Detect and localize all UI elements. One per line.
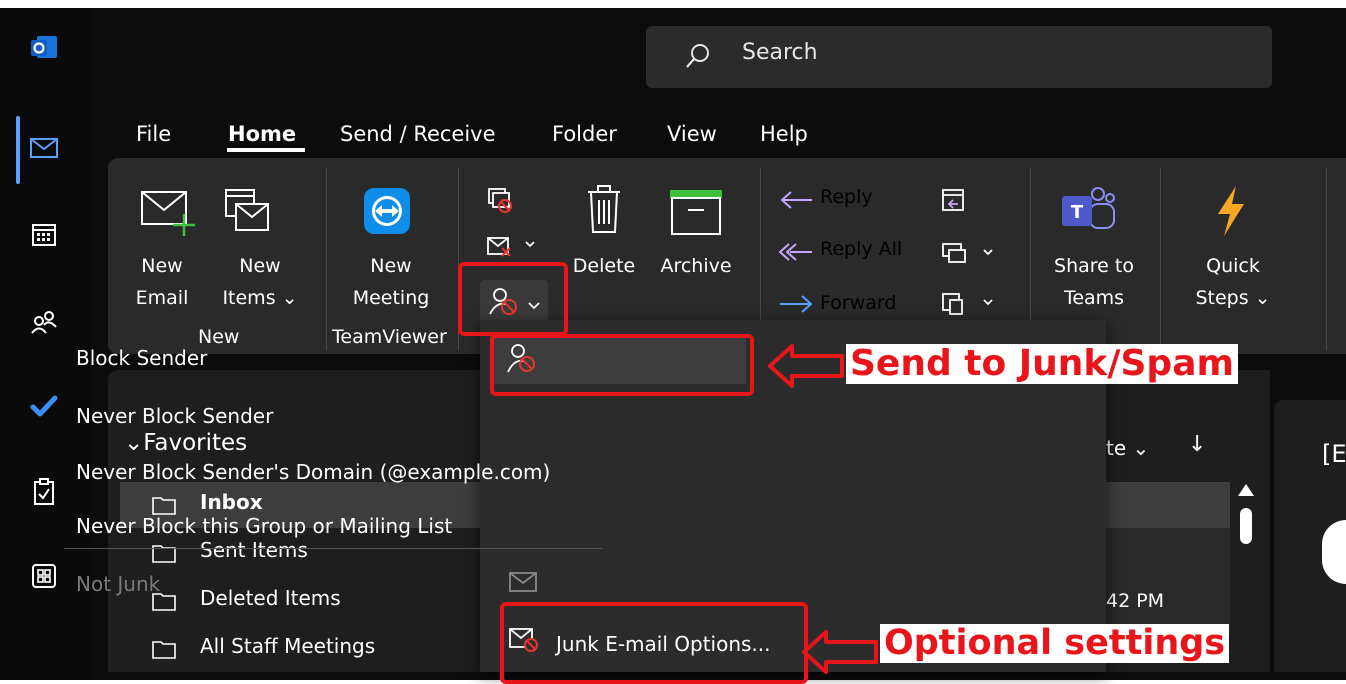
folder-icon [152,543,176,567]
clipboard-icon[interactable] [24,472,64,512]
annotation-optional-settings: Optional settings [880,624,1230,663]
teamviewer-icon [362,186,412,240]
folder-icon [152,639,176,663]
new-items-label-1: New [239,255,281,277]
tab-home[interactable]: Home [228,122,296,146]
folder-label: Sent Items [200,538,308,562]
delete-button[interactable]: Delete [568,250,640,282]
new-items-button[interactable]: New Items ⌄ [220,250,300,314]
rail-active-indicator [16,116,20,184]
never-block-sender-item[interactable]: Never Block Sender [76,404,273,428]
ribbon-separator [1326,168,1327,350]
tab-folder[interactable]: Folder [552,122,617,146]
annotation-send-to-junk: Send to Junk/Spam [846,344,1238,384]
outlook-logo-icon [24,28,64,68]
not-junk-item[interactable]: Not Junk [76,572,160,596]
new-items-label-2: Items ⌄ [222,287,298,309]
lightning-icon [1214,184,1248,242]
search-placeholder: Search [742,40,818,65]
tab-view[interactable]: View [667,122,717,146]
new-meeting-label-1: New [370,255,412,277]
new-meeting-button[interactable]: New Meeting [346,250,436,314]
todo-check-icon[interactable] [24,386,64,426]
folder-item-all-staff[interactable]: All Staff Meetings [120,626,480,672]
archive-icon [668,188,724,240]
ribbon-separator [1160,168,1161,350]
folder-label: All Staff Meetings [200,634,376,658]
folder-label: Inbox [200,490,263,514]
mail-icon[interactable] [24,128,64,168]
new-email-label-1: New [141,255,183,277]
reply-all-label: Reply All [820,238,903,260]
scrollbar[interactable] [1232,476,1260,672]
new-email-button[interactable]: New Email [130,250,194,314]
never-block-group-item[interactable]: Never Block this Group or Mailing List [76,514,452,538]
share-teams-label-2: Teams [1063,287,1125,309]
quick-steps-label-2: Steps ⌄ [1195,287,1271,309]
sort-by-date-dropdown[interactable]: te ⌄ [1106,436,1149,460]
share-to-teams-button[interactable]: Share to Teams [1044,250,1144,314]
quick-steps-label-1: Quick [1206,255,1260,277]
reading-pane-text: [E [1322,440,1346,468]
message-row[interactable] [1106,528,1230,628]
favorites-header[interactable]: ⌄Favorites [124,430,247,456]
folder-label: Deleted Items [200,586,341,610]
new-items-icon [222,184,272,240]
not-junk-icon [508,570,538,598]
cleanup-icon[interactable] [486,232,536,264]
never-block-domain-item[interactable]: Never Block Sender's Domain (@example.co… [76,460,550,484]
group-label-new: New [198,326,240,348]
group-label-teamviewer: TeamViewer [332,326,447,348]
meeting-reply-icon[interactable] [940,186,968,218]
forward-label: Forward [820,292,897,314]
tab-file[interactable]: File [136,122,171,146]
reply-all-icon [778,240,814,268]
annotation-arrow-options [800,628,880,680]
forward-icon [778,292,814,320]
sort-direction-arrow[interactable]: ↓ [1188,432,1206,457]
calendar-icon[interactable] [24,214,64,254]
ignore-icon[interactable] [486,186,514,218]
tab-send-receive[interactable]: Send / Receive [340,122,496,146]
people-icon[interactable] [24,302,64,342]
annotation-arrow-block [766,342,846,394]
ribbon-separator [326,168,327,350]
folder-item-deleted[interactable]: Deleted Items [120,578,480,624]
share-teams-label-1: Share to [1054,255,1134,277]
reply-label: Reply [820,186,873,208]
new-meeting-label-2: Meeting [352,287,430,309]
new-email-label-2: Email [135,287,189,309]
tab-help[interactable]: Help [760,122,808,146]
annotation-box-block-sender [490,334,754,396]
more-respond-icon[interactable] [940,290,996,322]
delete-icon [584,184,624,240]
selected-message-row[interactable] [1106,482,1230,528]
archive-button[interactable]: Archive [652,250,740,282]
search-box[interactable]: Search [646,26,1272,88]
quick-steps-button[interactable]: Quick Steps ⌄ [1190,250,1276,314]
im-reply-icon[interactable] [940,240,996,272]
svg-text:T: T [1071,202,1084,223]
block-sender-label: Block Sender [76,346,208,370]
new-email-icon [140,188,196,242]
annotation-box-junk-button [458,262,568,336]
menu-divider [64,548,602,549]
apps-icon[interactable] [24,556,64,596]
tab-home-underline [227,148,305,152]
annotation-box-junk-options [500,602,808,684]
message-time: 42 PM [1106,590,1165,612]
teams-icon: T [1060,186,1116,238]
reply-icon [778,188,814,216]
search-icon [684,42,712,74]
